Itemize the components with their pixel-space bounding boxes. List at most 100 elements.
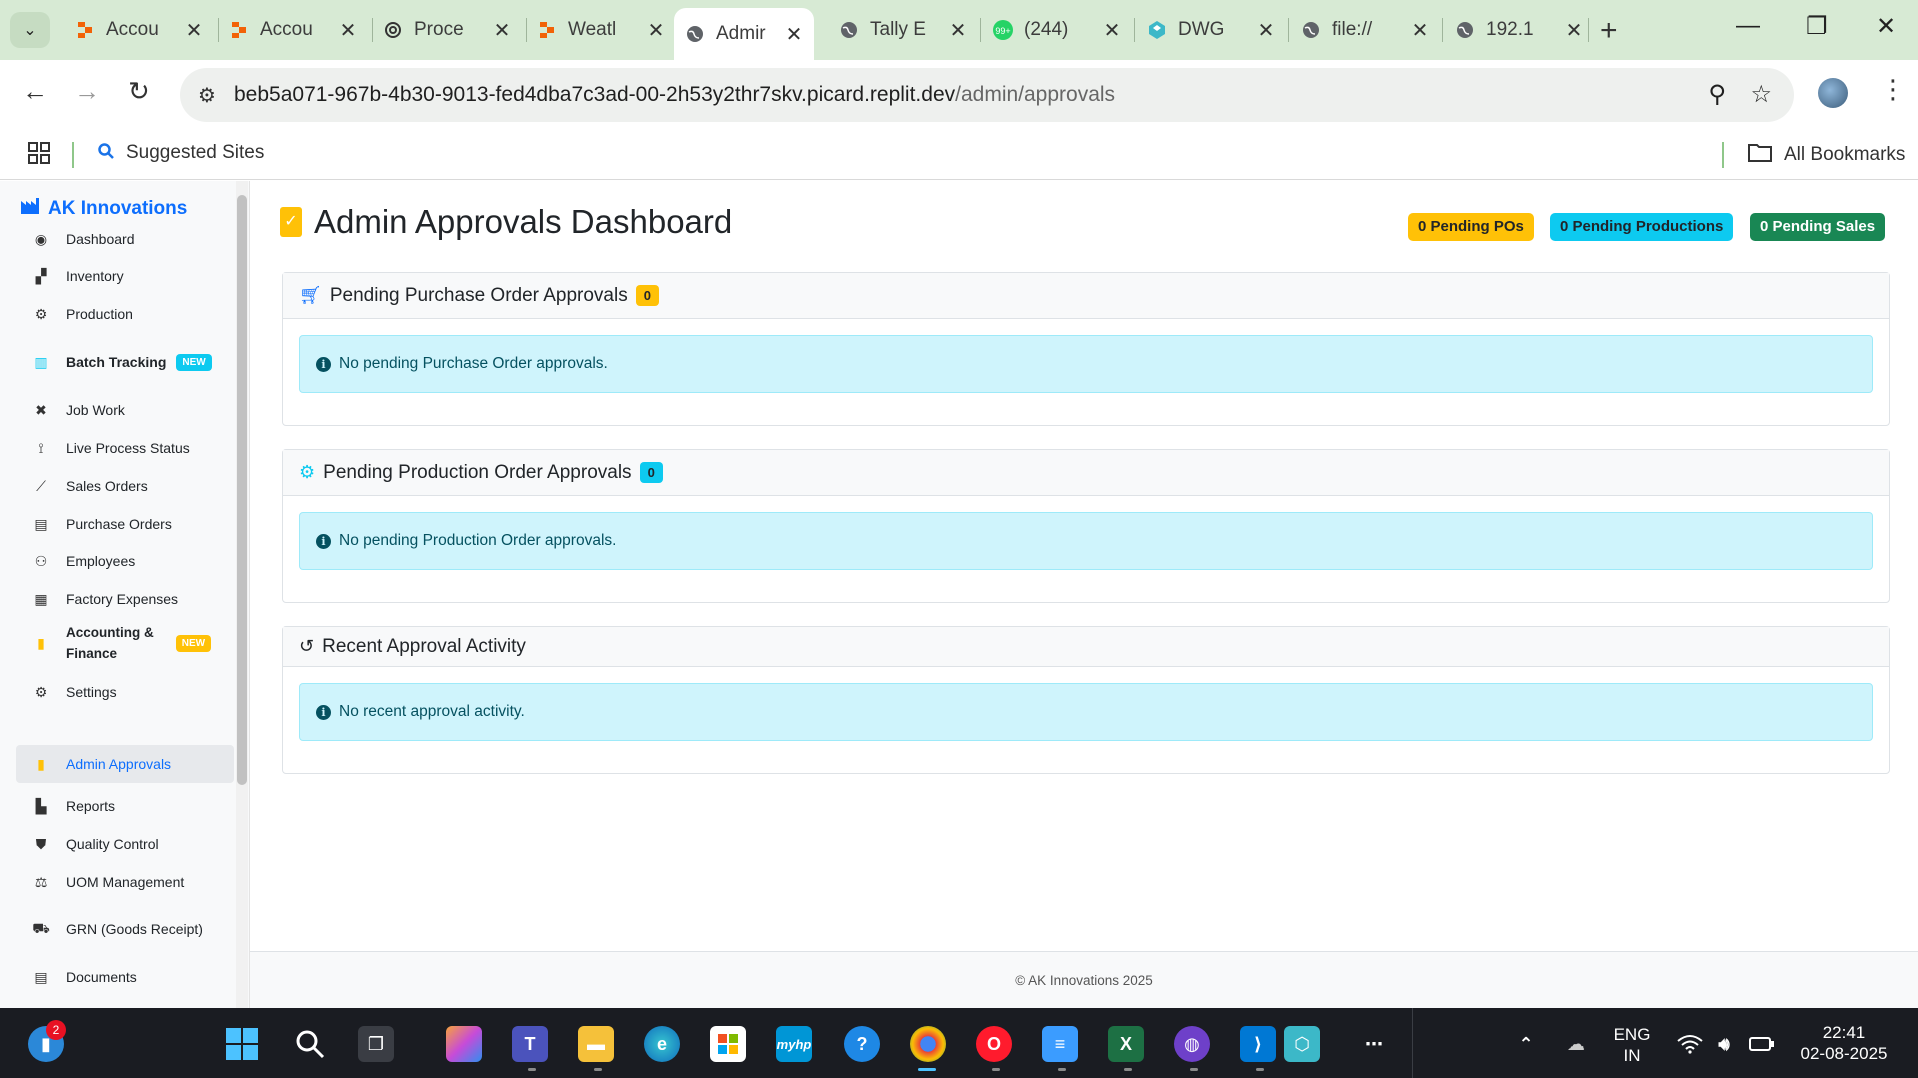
sidebar-item-settings[interactable]: ⚙ Settings (16, 673, 234, 711)
browser-tab[interactable]: Proce ✕ (372, 10, 522, 50)
production-order-approvals-card: ⚙ Pending Production Order Approvals 0 i… (282, 449, 1890, 603)
info-icon: i (316, 533, 331, 549)
recent-approval-activity-card: ↺ Recent Approval Activity i No recent a… (282, 626, 1890, 774)
history-icon: ↺ (299, 636, 315, 656)
volume-icon[interactable]: 🔊︎ (1706, 1026, 1742, 1062)
tab-search-button[interactable]: ⌄ (10, 12, 50, 48)
replit-icon (536, 19, 558, 41)
browser-tab[interactable]: Accou ✕ (218, 10, 368, 50)
github-icon[interactable]: ◍ (1174, 1026, 1210, 1062)
notepad-icon[interactable]: ≡ (1042, 1026, 1078, 1062)
onedrive-icon[interactable]: ☁ (1558, 1026, 1594, 1062)
excel-icon[interactable]: X (1108, 1026, 1144, 1062)
close-icon[interactable]: ✕ (338, 18, 358, 43)
sidebar-item-admin-approvals[interactable]: ▮ Admin Approvals (16, 745, 234, 783)
globe-icon (1454, 19, 1476, 41)
store-icon[interactable] (710, 1026, 746, 1062)
sidebar-scroll-thumb[interactable] (237, 195, 247, 785)
sidebar-item-production[interactable]: ⚙ Production (16, 295, 234, 333)
sidebar-item-uom-management[interactable]: ⚖ UOM Management (16, 863, 234, 901)
reload-icon[interactable]: ↻ (128, 76, 150, 107)
apps-grid-icon[interactable] (28, 142, 50, 170)
site-info-icon[interactable]: ⚙ (198, 83, 216, 108)
browser-tab[interactable]: Weatl ✕ (526, 10, 676, 50)
sidebar-item-dashboard[interactable]: ◉ Dashboard (16, 220, 234, 258)
battery-icon[interactable] (1744, 1026, 1780, 1062)
browser-tab[interactable]: file:// ✕ (1290, 10, 1440, 50)
language-indicator[interactable]: ENG IN (1608, 1024, 1656, 1066)
close-icon[interactable]: ✕ (492, 18, 512, 43)
zoom-icon[interactable]: ⚲ (1708, 80, 1726, 109)
profile-avatar[interactable] (1818, 78, 1848, 108)
card-title: Pending Purchase Order Approvals (329, 284, 628, 306)
star-icon[interactable]: ☆ (1750, 80, 1772, 109)
browser-tab[interactable]: DWG ✕ (1136, 10, 1286, 50)
sidebar-item-grn[interactable]: ⛟ GRN (Goods Receipt) (16, 910, 234, 948)
close-icon[interactable]: ✕ (784, 22, 804, 47)
sidebar-item-live-process-status[interactable]: ⟟ Live Process Status (16, 429, 234, 467)
task-view-icon[interactable]: ❐ (358, 1026, 394, 1062)
new-tab-button[interactable]: + (1600, 14, 1618, 48)
browser-tab[interactable]: 192.1 ✕ (1444, 10, 1594, 50)
close-icon[interactable]: ✕ (1102, 18, 1122, 43)
wifi-icon[interactable] (1672, 1026, 1708, 1062)
restore-icon[interactable]: ❐ (1806, 12, 1828, 41)
all-bookmarks[interactable]: All Bookmarks (1748, 142, 1905, 168)
close-icon[interactable]: ✕ (646, 18, 666, 43)
search-icon[interactable] (292, 1026, 328, 1062)
start-icon[interactable] (224, 1026, 260, 1062)
sidebar-item-label: Dashboard (66, 231, 135, 247)
browser-tab-active[interactable]: Admir ✕ (674, 8, 814, 60)
url-field[interactable]: ⚙ beb5a071-967b-4b30-9013-fed4dba7c3ad-0… (180, 68, 1794, 122)
window-close-icon[interactable]: ✕ (1876, 12, 1896, 41)
more-menu-icon[interactable]: ⋮ (1880, 74, 1906, 105)
minimize-icon[interactable]: — (1736, 12, 1760, 40)
sidebar-item-batch-tracking[interactable]: ▥ Batch Tracking NEW (16, 343, 234, 381)
info-alert: i No pending Purchase Order approvals. (299, 335, 1873, 393)
bookmark-suggested-sites[interactable]: Suggested Sites (98, 142, 264, 164)
myhp-icon[interactable]: myhp (776, 1026, 812, 1062)
close-icon[interactable]: ✕ (948, 18, 968, 43)
clipboard-check-icon: ▮ (37, 755, 45, 772)
globe-icon (1300, 19, 1322, 41)
forward-icon[interactable]: → (74, 76, 100, 107)
help-icon[interactable]: ? (844, 1026, 880, 1062)
close-icon[interactable]: ✕ (1564, 18, 1584, 43)
sidebar-item-accounting-finance[interactable]: ▮ Accounting & Finance NEW (16, 618, 234, 668)
tab-title: Accou (260, 19, 313, 40)
browser-tab[interactable]: Accou ✕ (64, 10, 214, 50)
sidebar-item-reports[interactable]: ▙ Reports (16, 787, 234, 825)
file-explorer-icon[interactable]: ▬ (578, 1026, 614, 1062)
dwg-icon[interactable]: ⬡ (1284, 1026, 1320, 1062)
opera-icon[interactable]: O (976, 1026, 1012, 1062)
chevron-up-icon[interactable]: ⌃ (1508, 1026, 1544, 1062)
truck-icon: ⛟ (32, 919, 50, 936)
browser-tab[interactable]: Tally E ✕ (828, 10, 978, 50)
sidebar-item-label: Settings (66, 684, 117, 700)
sidebar-item-factory-expenses[interactable]: ▦ Factory Expenses (16, 580, 234, 618)
copilot-icon[interactable] (446, 1026, 482, 1062)
tools-icon: ✖ (35, 401, 47, 418)
browser-tab-strip: ⌄ Accou ✕ Accou ✕ Proce ✕ Weatl ✕ Admir … (0, 0, 1918, 60)
sidebar-item-purchase-orders[interactable]: ▤ Purchase Orders (16, 505, 234, 543)
sidebar-item-label: Inventory (66, 268, 124, 284)
clock[interactable]: 22:41 02-08-2025 (1794, 1022, 1894, 1064)
back-icon[interactable]: ← (22, 76, 48, 107)
teams-icon[interactable]: T (512, 1026, 548, 1062)
close-icon[interactable]: ✕ (184, 18, 204, 43)
close-icon[interactable]: ✕ (1410, 18, 1430, 43)
close-icon[interactable]: ✕ (1256, 18, 1276, 43)
sidebar-item-sales-orders[interactable]: ⟋ Sales Orders (16, 467, 234, 505)
brand-logo[interactable]: AK Innovations (20, 197, 187, 221)
sidebar-item-quality-control[interactable]: ⛊ Quality Control (16, 825, 234, 863)
chrome-icon[interactable] (910, 1026, 946, 1062)
sidebar-item-job-work[interactable]: ✖ Job Work (16, 391, 234, 429)
edge-icon[interactable]: e (644, 1026, 680, 1062)
sidebar-item-documents[interactable]: ▤ Documents (16, 958, 234, 996)
sidebar-item-inventory[interactable]: ▞ Inventory (16, 257, 234, 295)
svg-text:99+: 99+ (995, 26, 1010, 36)
vscode-icon[interactable]: ⟩ (1240, 1026, 1276, 1062)
browser-tab[interactable]: 99+ (244) ✕ (982, 10, 1132, 50)
more-apps-icon[interactable]: ⋯ (1356, 1026, 1392, 1062)
sidebar-item-employees[interactable]: ⚇ Employees (16, 542, 234, 580)
